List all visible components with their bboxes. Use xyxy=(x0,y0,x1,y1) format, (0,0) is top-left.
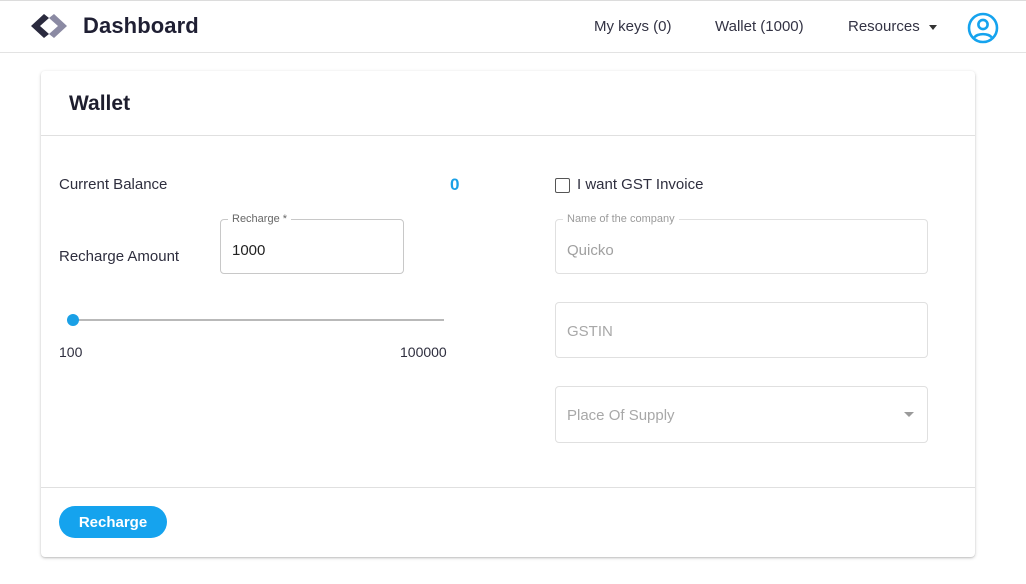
card-footer xyxy=(41,487,975,557)
nav-resources-dropdown[interactable]: Resources xyxy=(848,18,937,35)
company-name-field[interactable]: Name of the company Quicko xyxy=(555,213,928,274)
recharge-field-value: 1000 xyxy=(232,242,266,259)
recharge-amount-input[interactable]: Recharge * 1000 xyxy=(220,213,404,274)
gst-invoice-checkbox[interactable] xyxy=(555,178,570,193)
place-of-supply-select[interactable]: Place Of Supply xyxy=(555,386,928,443)
gst-invoice-label[interactable]: I want GST Invoice xyxy=(577,176,703,193)
brand[interactable]: Dashboard xyxy=(30,12,199,40)
gstin-field[interactable]: GSTIN xyxy=(555,302,928,358)
top-navbar: Dashboard My keys (0) Wallet (1000) Reso… xyxy=(0,0,1026,53)
wallet-card: Wallet Current Balance 0 Recharge Amount… xyxy=(41,71,975,557)
current-balance-label: Current Balance xyxy=(59,176,168,193)
recharge-amount-label: Recharge Amount xyxy=(59,248,180,265)
gstin-placeholder: GSTIN xyxy=(567,323,613,340)
account-circle-icon[interactable] xyxy=(967,12,999,44)
slider-min-label: 100 xyxy=(59,344,83,360)
company-name-label: Name of the company xyxy=(563,213,679,225)
recharge-slider-track[interactable] xyxy=(70,319,444,321)
recharge-button[interactable]: Recharge xyxy=(59,506,167,538)
current-balance-value: 0 xyxy=(450,175,460,194)
app-title: Dashboard xyxy=(83,13,199,38)
nav-wallet-link[interactable]: Wallet (1000) xyxy=(715,18,804,35)
chevron-down-icon xyxy=(928,24,937,30)
recharge-slider-thumb[interactable] xyxy=(67,314,80,326)
chevron-down-icon xyxy=(904,412,914,417)
card-header: Wallet xyxy=(41,71,975,136)
code-brackets-icon xyxy=(31,14,67,38)
nav-resources-label: Resources xyxy=(848,18,920,35)
slider-max-label: 100000 xyxy=(400,344,447,360)
nav-my-keys-link[interactable]: My keys (0) xyxy=(594,18,672,35)
page-title: Wallet xyxy=(69,92,131,115)
place-of-supply-placeholder: Place Of Supply xyxy=(567,407,675,424)
company-name-value: Quicko xyxy=(567,242,614,259)
recharge-field-label: Recharge * xyxy=(228,213,292,225)
